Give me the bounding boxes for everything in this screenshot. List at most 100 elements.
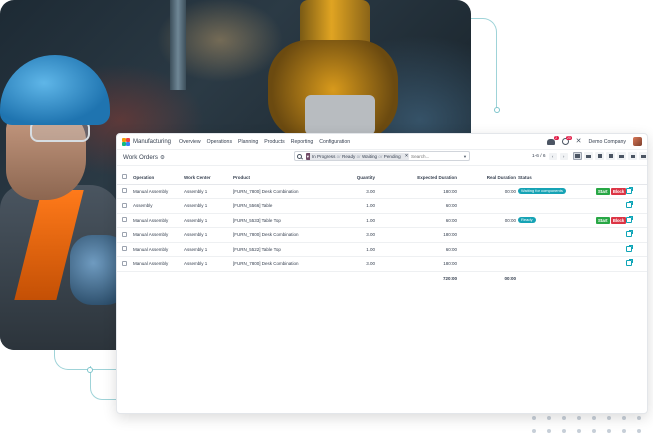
total-expected-duration: 720:00	[442, 275, 457, 281]
calendar-view-icon[interactable]	[606, 152, 615, 160]
filter-facet[interactable]: ▼ In Progress or Ready or Waiting or Pen…	[305, 152, 410, 160]
cell-quantity: 1.00	[343, 213, 381, 228]
cell-work-center: Assembly 1	[184, 227, 233, 243]
menu-item-reporting[interactable]: Reporting	[291, 139, 314, 145]
row-checkbox[interactable]	[117, 256, 127, 272]
column-header-real-duration[interactable]: Real Duration	[463, 171, 518, 185]
pager-previous-icon[interactable]: ‹	[548, 153, 557, 160]
remove-facet-icon[interactable]: ✕	[403, 153, 409, 159]
graph-view-icon[interactable]	[628, 152, 637, 160]
cell-product: [FURN_7800] Desk Combination	[233, 227, 343, 243]
search-options-toggle[interactable]: ▼	[463, 154, 467, 159]
cell-product: [FURN_5522] Table Top	[233, 242, 343, 257]
cell-expected-duration: 180:00	[381, 256, 463, 272]
open-record-icon[interactable]	[626, 230, 634, 238]
cell-status	[518, 242, 596, 257]
manufacturing-app-icon[interactable]	[122, 137, 130, 146]
user-avatar[interactable]	[633, 137, 642, 146]
menu-item-overview[interactable]: Overview	[179, 139, 201, 145]
cell-real-duration	[463, 198, 518, 214]
table-row[interactable]: Manual Assembly Assembly 1 [FURN_5533] Tab…	[117, 213, 647, 228]
decorative-dot	[87, 367, 93, 373]
open-record-icon[interactable]	[626, 186, 634, 194]
messages-icon[interactable]: 2	[546, 135, 559, 145]
open-record-icon[interactable]	[626, 201, 634, 209]
decorative-dot-grid	[532, 416, 643, 433]
status-badge: Ready	[518, 217, 536, 224]
tools-icon[interactable]: ✕	[576, 138, 582, 145]
totals-row: 720:00 00:00	[117, 271, 647, 285]
open-record-icon[interactable]	[626, 259, 634, 267]
cell-status	[518, 256, 596, 272]
select-all-checkbox[interactable]	[117, 171, 127, 185]
cell-work-center: Assembly 1	[184, 242, 233, 257]
column-header-operation[interactable]: Operation	[127, 171, 184, 185]
pager-value[interactable]: 1-6 / 6	[532, 154, 546, 159]
cell-real-duration	[463, 242, 518, 257]
row-checkbox[interactable]	[117, 227, 127, 243]
cell-operation: Manual Assembly	[127, 184, 184, 199]
search-bar[interactable]: ▼ In Progress or Ready or Waiting or Pen…	[294, 151, 470, 161]
table-row[interactable]: Manual Assembly Assembly 1 [FURN_7800] Des…	[117, 227, 647, 243]
gantt-view-icon[interactable]	[584, 152, 593, 160]
row-checkbox[interactable]	[117, 184, 127, 199]
cell-real-duration: 00:00	[463, 213, 518, 228]
cell-product: [FURN_5566] Table	[233, 198, 343, 214]
cell-real-duration: 00:00	[463, 184, 518, 199]
column-header-work-center[interactable]: Work Center	[184, 171, 233, 185]
pager-next-icon[interactable]: ›	[559, 153, 568, 160]
activity-view-icon[interactable]	[639, 152, 647, 160]
cell-status	[518, 198, 596, 214]
open-record-icon[interactable]	[626, 244, 634, 252]
pager: 1-6 / 6 ‹ ›	[532, 153, 568, 160]
table-row[interactable]: Manual Assembly Assembly 1 [FURN_7800] Des…	[117, 184, 647, 199]
menu-item-configuration[interactable]: Configuration	[319, 139, 350, 145]
row-checkbox[interactable]	[117, 213, 127, 228]
breadcrumb: Work Orders	[123, 154, 158, 161]
cell-status: Ready	[518, 213, 596, 228]
cell-open	[626, 213, 647, 228]
menu-item-products[interactable]: Products	[264, 139, 284, 145]
cell-quantity: 3.00	[343, 184, 381, 199]
cell-operation: Assembly	[127, 198, 184, 214]
open-record-icon[interactable]	[626, 215, 634, 223]
status-badge: Waiting for components	[518, 188, 566, 195]
column-header-quantity[interactable]: Quantity	[343, 171, 381, 185]
cell-work-center: Assembly 1	[184, 256, 233, 272]
column-header-status[interactable]: Status	[518, 171, 596, 185]
activities-icon[interactable]: 20	[561, 136, 572, 145]
menu-item-operations[interactable]: Operations	[207, 139, 232, 145]
cell-open	[626, 198, 647, 214]
cell-work-center: Assembly 1	[184, 198, 233, 214]
pivot-view-icon[interactable]	[617, 152, 626, 160]
start-button[interactable]: Start	[596, 187, 610, 195]
block-button[interactable]: Block	[610, 187, 627, 195]
row-checkbox[interactable]	[117, 198, 127, 214]
cell-quantity: 1.00	[343, 242, 381, 257]
start-button[interactable]: Start	[596, 216, 610, 224]
kanban-view-icon[interactable]	[595, 152, 604, 160]
facet-label: In Progress or Ready or Waiting or Pendi…	[311, 153, 401, 159]
cell-actions	[596, 198, 627, 214]
menu-item-planning[interactable]: Planning	[238, 139, 258, 145]
decorative-dot	[494, 107, 500, 113]
row-checkbox[interactable]	[117, 242, 127, 257]
main-menu: Overview Operations Planning Products Re…	[179, 139, 350, 145]
list-view-icon[interactable]	[573, 152, 582, 160]
cell-operation: Manual Assembly	[127, 213, 184, 228]
table-row[interactable]: Manual Assembly Assembly 1 [FURN_5522] Tab…	[117, 242, 647, 257]
table-row[interactable]: Assembly Assembly 1 [FURN_5566] Table 1.00 6…	[117, 198, 647, 214]
block-button[interactable]: Block	[610, 216, 627, 224]
total-real-duration: 00:00	[504, 275, 516, 281]
search-icon	[297, 153, 302, 159]
gear-icon[interactable]: ⚙	[160, 155, 165, 161]
app-title[interactable]: Manufacturing	[133, 139, 171, 145]
cell-status	[518, 227, 596, 243]
column-header-product[interactable]: Product	[233, 171, 343, 185]
table-row[interactable]: Manual Assembly Assembly 1 [FURN_7800] Des…	[117, 256, 647, 272]
column-header-expected-duration[interactable]: Expected Duration	[381, 171, 463, 185]
search-input[interactable]	[411, 153, 462, 159]
view-switcher	[573, 152, 647, 160]
app-window: Manufacturing Overview Operations Planni…	[116, 133, 648, 414]
company-switcher[interactable]: Demo Company	[589, 139, 626, 145]
